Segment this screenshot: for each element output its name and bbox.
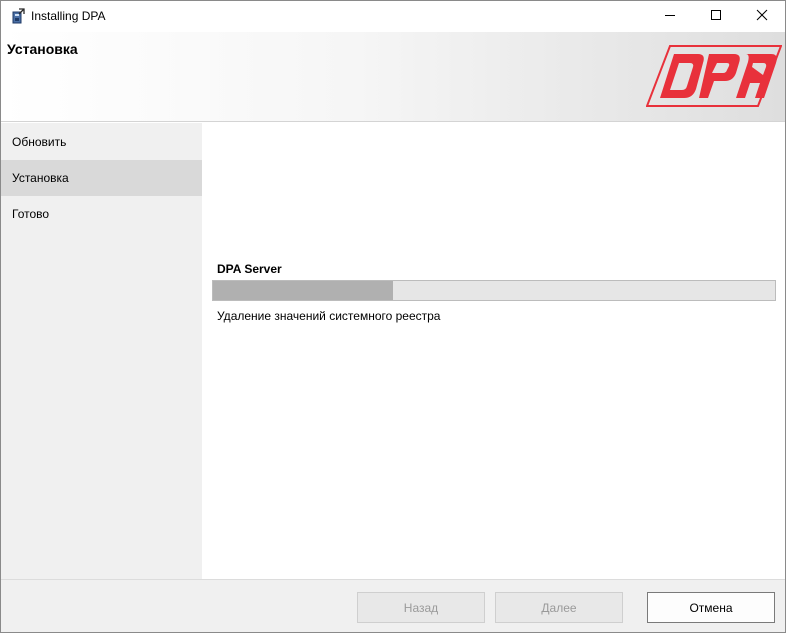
sidebar-item-install[interactable]: Установка — [1, 160, 202, 196]
next-button[interactable]: Далее — [495, 592, 623, 623]
maximize-icon — [710, 8, 722, 26]
install-progress-bar — [212, 280, 776, 301]
installer-icon — [10, 8, 26, 24]
installer-window: Installing DPA Установка Обновить Устано… — [0, 0, 786, 633]
title-bar[interactable]: Installing DPA — [1, 1, 785, 32]
cancel-button[interactable]: Отмена — [647, 592, 775, 623]
steps-sidebar: Обновить Установка Готово — [1, 123, 202, 579]
minimize-icon — [664, 8, 676, 26]
close-button[interactable] — [739, 1, 785, 32]
status-text: Удаление значений системного реестра — [217, 309, 441, 323]
component-label: DPA Server — [217, 262, 282, 276]
progress-bar-fill — [213, 281, 393, 300]
main-content: DPA Server Удаление значений системного … — [202, 123, 785, 579]
window-title: Installing DPA — [31, 9, 106, 23]
dpa-logo — [645, 45, 783, 107]
maximize-button[interactable] — [693, 1, 739, 32]
minimize-button[interactable] — [647, 1, 693, 32]
back-button[interactable]: Назад — [357, 592, 485, 623]
sidebar-item-done[interactable]: Готово — [1, 196, 202, 232]
close-icon — [756, 8, 768, 26]
footer-bar: Назад Далее Отмена — [1, 579, 785, 632]
header-banner: Установка — [1, 32, 785, 122]
page-title: Установка — [7, 41, 78, 57]
sidebar-item-update[interactable]: Обновить — [1, 124, 202, 160]
